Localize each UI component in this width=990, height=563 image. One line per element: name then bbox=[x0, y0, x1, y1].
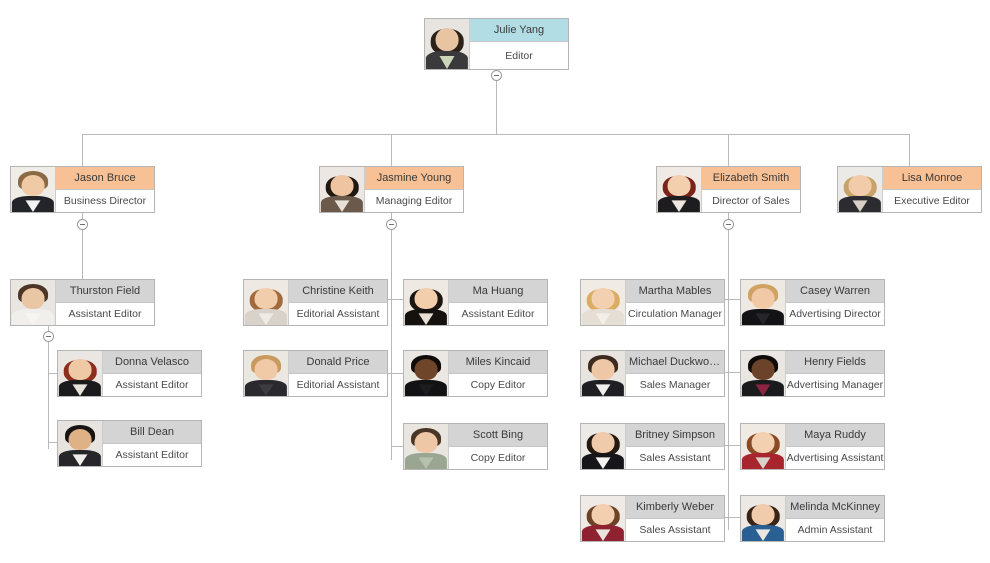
connector-elizabeth-spine bbox=[728, 213, 729, 530]
org-node-name: Michael Duckworth bbox=[626, 351, 724, 374]
org-node-elizabeth-smith[interactable]: Elizabeth Smith Director of Sales bbox=[656, 166, 801, 213]
org-node-name: Maya Ruddy bbox=[786, 424, 884, 447]
avatar-christine-keith bbox=[244, 280, 289, 325]
collapse-toggle-elizabeth-smith[interactable] bbox=[723, 219, 734, 230]
org-node-name: Donna Velasco bbox=[103, 351, 201, 374]
avatar-kimberly-weber bbox=[581, 496, 626, 541]
org-node-melinda-mckinney[interactable]: Melinda McKinney Admin Assistant bbox=[740, 495, 885, 542]
org-node-name: Jasmine Young bbox=[365, 167, 463, 190]
avatar-melinda-mckinney bbox=[741, 496, 786, 541]
avatar-lisa-monroe bbox=[838, 167, 883, 212]
org-node-name: Julie Yang bbox=[470, 19, 568, 42]
avatar-casey-warren bbox=[741, 280, 786, 325]
org-node-henry-fields[interactable]: Henry Fields Advertising Manager bbox=[740, 350, 885, 397]
avatar-jasmine-young bbox=[320, 167, 365, 212]
org-node-title: Circulation Manager bbox=[626, 303, 724, 325]
org-node-ma-huang[interactable]: Ma Huang Assistant Editor bbox=[403, 279, 548, 326]
org-node-title: Editorial Assistant bbox=[289, 374, 387, 396]
avatar-britney-simpson bbox=[581, 424, 626, 469]
org-chart-canvas: Julie Yang Editor Jason Bruce Business D… bbox=[0, 0, 990, 563]
org-node-name: Ma Huang bbox=[449, 280, 547, 303]
connector-thurston-spine bbox=[48, 326, 49, 449]
org-node-name: Lisa Monroe bbox=[883, 167, 981, 190]
avatar-donna-velasco bbox=[58, 351, 103, 396]
org-node-name: Martha Mables bbox=[626, 280, 724, 303]
org-node-title: Assistant Editor bbox=[103, 444, 201, 466]
avatar-bill-dean bbox=[58, 421, 103, 466]
avatar-scott-bing bbox=[404, 424, 449, 469]
org-node-donald-price[interactable]: Donald Price Editorial Assistant bbox=[243, 350, 388, 397]
org-node-name: Thurston Field bbox=[56, 280, 154, 303]
org-node-name: Donald Price bbox=[289, 351, 387, 374]
avatar-ma-huang bbox=[404, 280, 449, 325]
avatar-michael-duckworth bbox=[581, 351, 626, 396]
org-node-title: Advertising Assistant bbox=[786, 447, 884, 469]
connector-root-bus bbox=[82, 134, 909, 135]
org-node-maya-ruddy[interactable]: Maya Ruddy Advertising Assistant bbox=[740, 423, 885, 470]
org-node-title: Assistant Editor bbox=[449, 303, 547, 325]
org-node-martha-mables[interactable]: Martha Mables Circulation Manager bbox=[580, 279, 725, 326]
org-node-name: Britney Simpson bbox=[626, 424, 724, 447]
org-node-title: Copy Editor bbox=[449, 447, 547, 469]
avatar-miles-kincaid bbox=[404, 351, 449, 396]
org-node-title: Sales Assistant bbox=[626, 519, 724, 541]
org-node-title: Advertising Manager bbox=[786, 374, 884, 396]
org-node-name: Henry Fields bbox=[786, 351, 884, 374]
org-node-name: Kimberly Weber bbox=[626, 496, 724, 519]
org-node-title: Admin Assistant bbox=[786, 519, 884, 541]
org-node-name: Melinda McKinney bbox=[786, 496, 884, 519]
connector-drop-jasmine-young bbox=[391, 134, 392, 166]
connector-drop-elizabeth-smith bbox=[728, 134, 729, 166]
collapse-toggle-jasmine-young[interactable] bbox=[386, 219, 397, 230]
org-node-name: Miles Kincaid bbox=[449, 351, 547, 374]
org-node-jasmine-young[interactable]: Jasmine Young Managing Editor bbox=[319, 166, 464, 213]
org-node-name: Elizabeth Smith bbox=[702, 167, 800, 190]
avatar-julie-yang bbox=[425, 19, 470, 69]
org-node-name: Scott Bing bbox=[449, 424, 547, 447]
avatar-maya-ruddy bbox=[741, 424, 786, 469]
org-node-miles-kincaid[interactable]: Miles Kincaid Copy Editor bbox=[403, 350, 548, 397]
org-node-donna-velasco[interactable]: Donna Velasco Assistant Editor bbox=[57, 350, 202, 397]
avatar-elizabeth-smith bbox=[657, 167, 702, 212]
org-node-title: Sales Assistant bbox=[626, 447, 724, 469]
org-node-casey-warren[interactable]: Casey Warren Advertising Director bbox=[740, 279, 885, 326]
connector-jasmine-spine bbox=[391, 213, 392, 460]
org-node-michael-duckworth[interactable]: Michael Duckworth Sales Manager bbox=[580, 350, 725, 397]
avatar-henry-fields bbox=[741, 351, 786, 396]
connector-drop-jason-bruce bbox=[82, 134, 83, 166]
collapse-toggle-julie-yang[interactable] bbox=[491, 70, 502, 81]
org-node-title: Assistant Editor bbox=[56, 303, 154, 325]
org-node-name: Jason Bruce bbox=[56, 167, 154, 190]
org-node-title: Director of Sales bbox=[702, 190, 800, 212]
org-node-title: Managing Editor bbox=[365, 190, 463, 212]
org-node-scott-bing[interactable]: Scott Bing Copy Editor bbox=[403, 423, 548, 470]
org-node-title: Editorial Assistant bbox=[289, 303, 387, 325]
org-node-name: Bill Dean bbox=[103, 421, 201, 444]
org-node-bill-dean[interactable]: Bill Dean Assistant Editor bbox=[57, 420, 202, 467]
org-node-title: Sales Manager bbox=[626, 374, 724, 396]
org-node-julie-yang[interactable]: Julie Yang Editor bbox=[424, 18, 569, 70]
avatar-thurston-field bbox=[11, 280, 56, 325]
org-node-title: Assistant Editor bbox=[103, 374, 201, 396]
collapse-toggle-jason-bruce[interactable] bbox=[77, 219, 88, 230]
collapse-toggle-thurston-field[interactable] bbox=[43, 331, 54, 342]
org-node-lisa-monroe[interactable]: Lisa Monroe Executive Editor bbox=[837, 166, 982, 213]
org-node-thurston-field[interactable]: Thurston Field Assistant Editor bbox=[10, 279, 155, 326]
org-node-title: Editor bbox=[470, 42, 568, 69]
connector-drop-lisa-monroe bbox=[909, 134, 910, 166]
org-node-title: Advertising Director bbox=[786, 303, 884, 325]
avatar-donald-price bbox=[244, 351, 289, 396]
org-node-title: Business Director bbox=[56, 190, 154, 212]
avatar-martha-mables bbox=[581, 280, 626, 325]
org-node-title: Executive Editor bbox=[883, 190, 981, 212]
org-node-name: Christine Keith bbox=[289, 280, 387, 303]
org-node-kimberly-weber[interactable]: Kimberly Weber Sales Assistant bbox=[580, 495, 725, 542]
org-node-title: Copy Editor bbox=[449, 374, 547, 396]
org-node-christine-keith[interactable]: Christine Keith Editorial Assistant bbox=[243, 279, 388, 326]
org-node-name: Casey Warren bbox=[786, 280, 884, 303]
avatar-jason-bruce bbox=[11, 167, 56, 212]
org-node-jason-bruce[interactable]: Jason Bruce Business Director bbox=[10, 166, 155, 213]
org-node-britney-simpson[interactable]: Britney Simpson Sales Assistant bbox=[580, 423, 725, 470]
